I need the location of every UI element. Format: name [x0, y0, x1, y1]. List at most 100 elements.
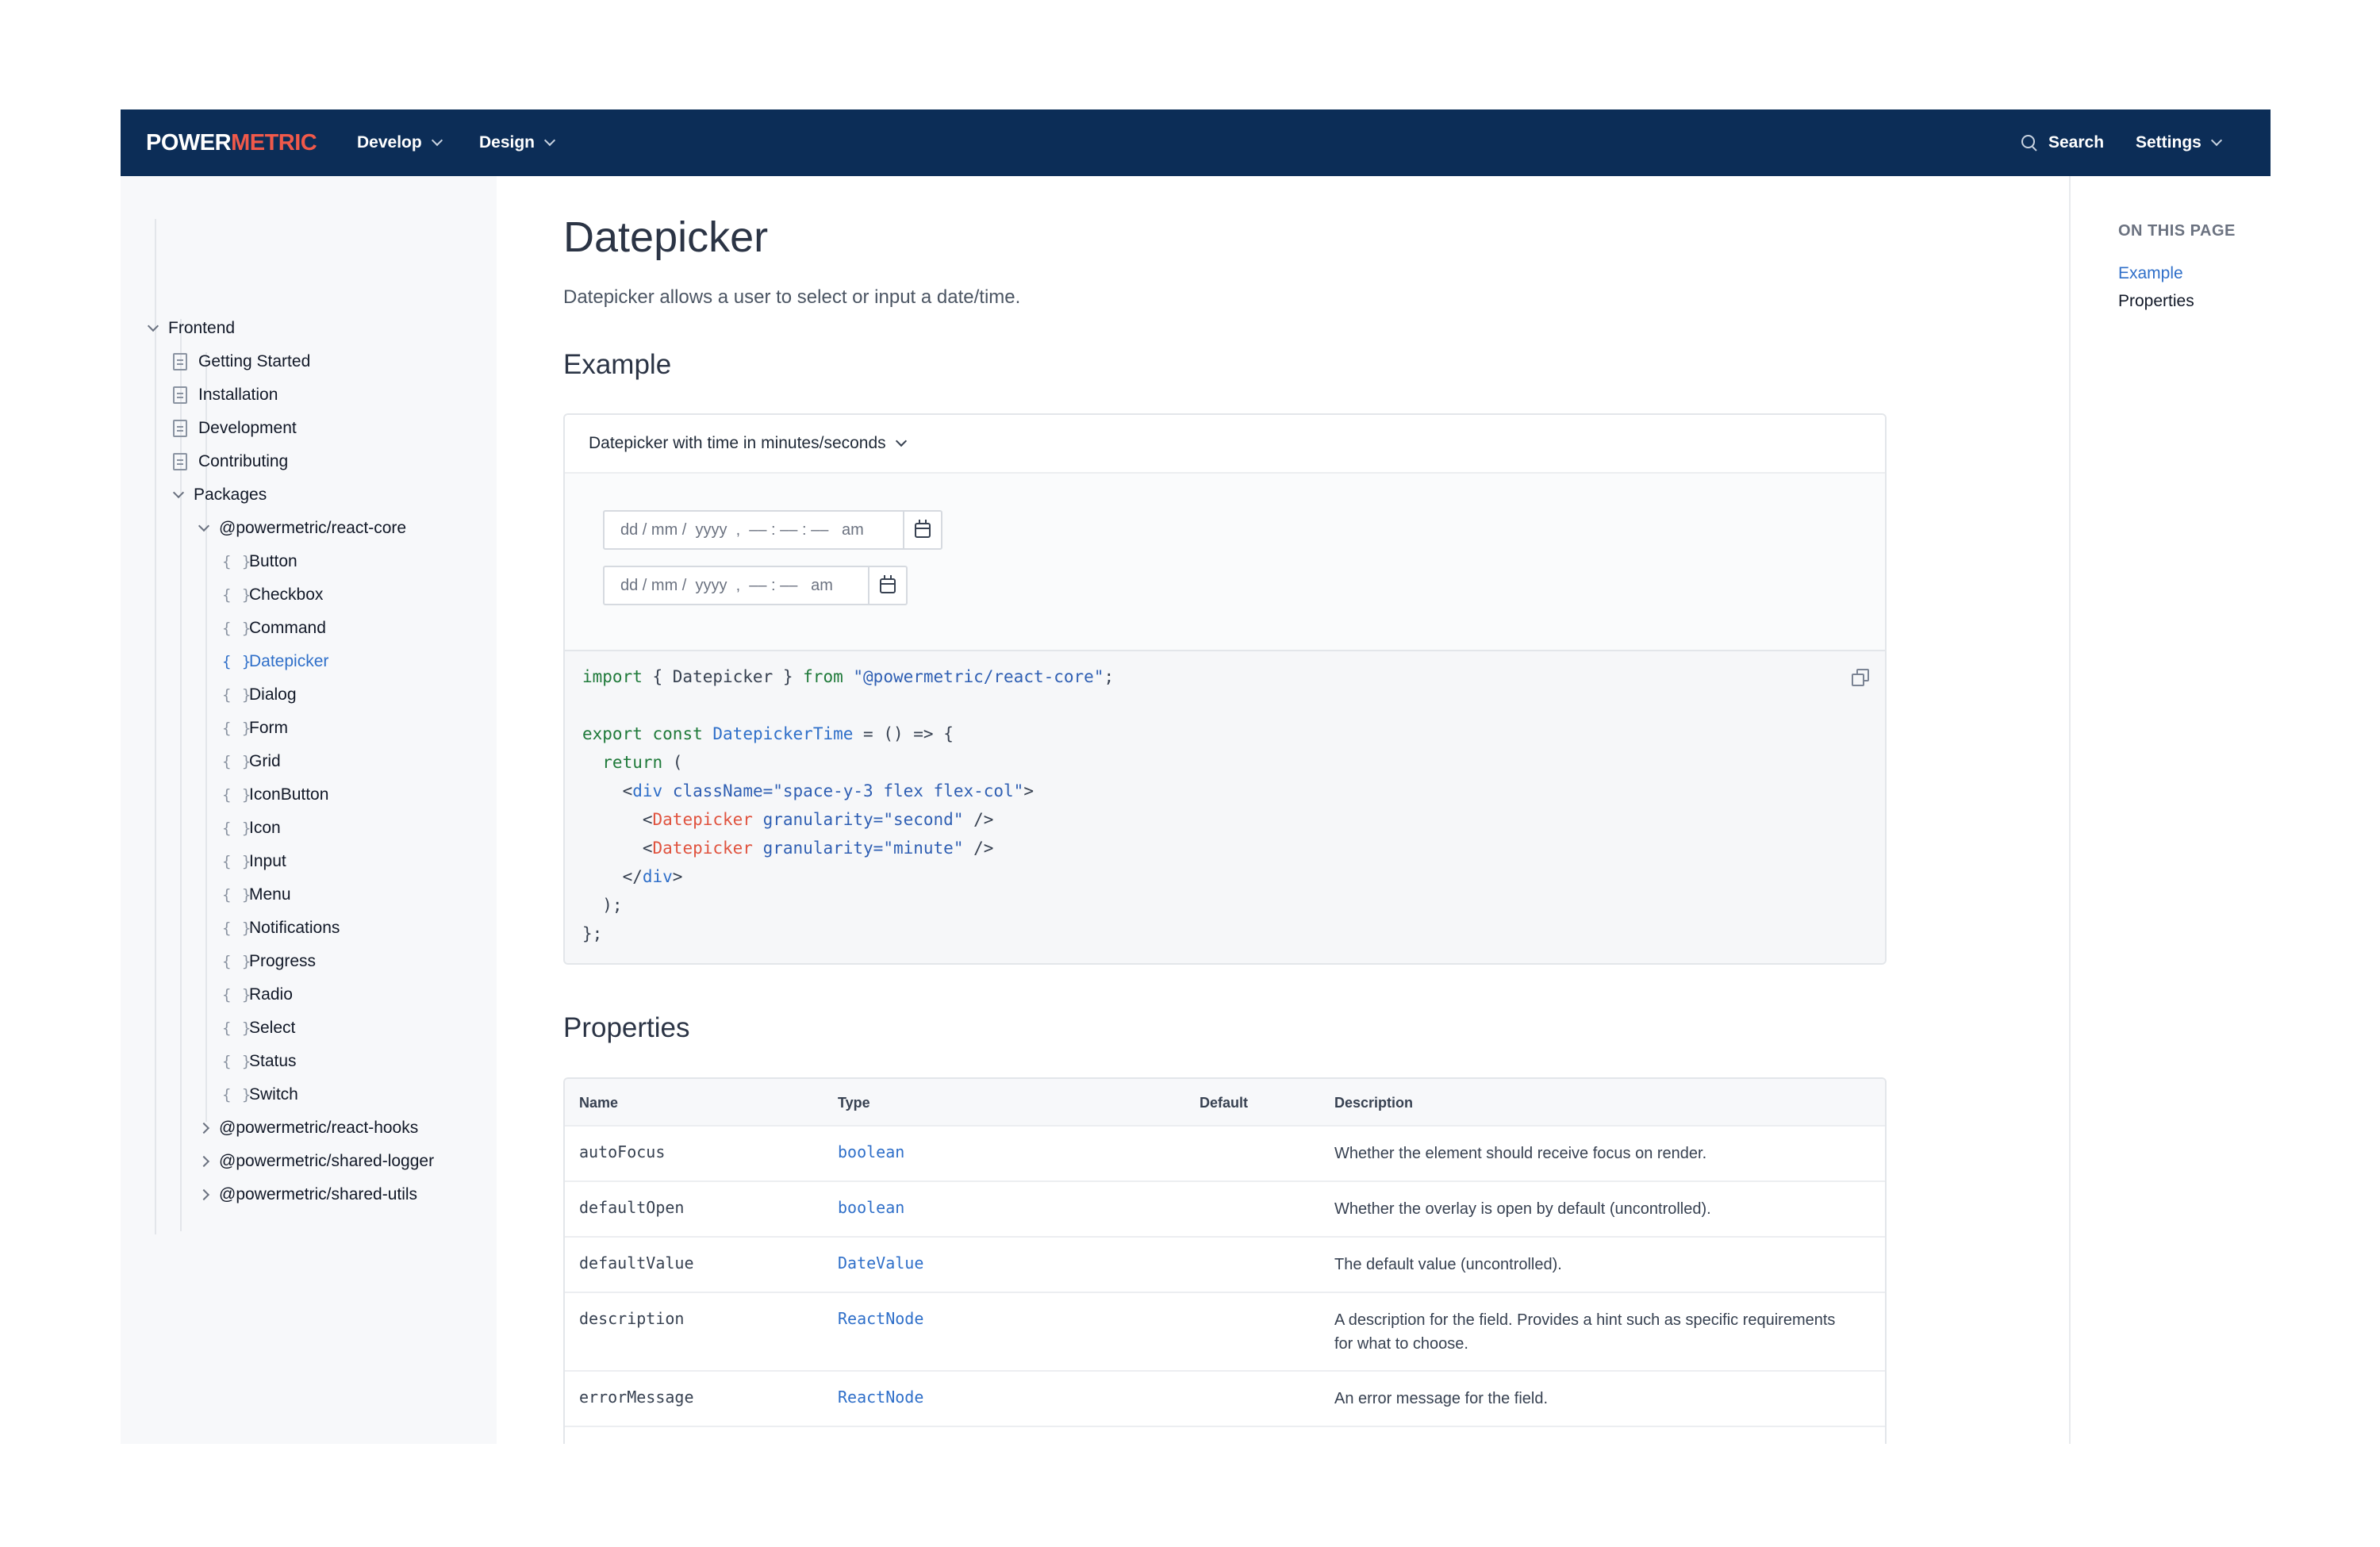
prop-type-link[interactable]: DateValue: [838, 1253, 923, 1273]
sidebar-item-grid[interactable]: { } Grid: [222, 750, 281, 774]
powermetric-logo[interactable]: POWERMETRIC: [146, 109, 317, 176]
document-icon: [173, 353, 187, 370]
sidebar-item-label: Dialog: [249, 685, 297, 704]
prop-type-link[interactable]: ReactNode: [838, 1388, 923, 1407]
braces-icon: { }: [222, 686, 252, 704]
code-line: import { Datepicker } from "@powermetric…: [582, 667, 1115, 686]
calendar-button[interactable]: [868, 567, 906, 604]
braces-icon: { }: [222, 753, 252, 770]
sidebar-item-menu[interactable]: { } Menu: [222, 883, 291, 907]
table-row-partial: [565, 1427, 1885, 1444]
sidebar-item-command[interactable]: { } Command: [222, 616, 326, 640]
sidebar-item-development[interactable]: Development: [173, 416, 297, 440]
sidebar-item-label: Notifications: [249, 919, 340, 937]
sidebar-item-dialog[interactable]: { } Dialog: [222, 683, 297, 707]
sidebar-item-checkbox[interactable]: { } Checkbox: [222, 583, 323, 607]
on-this-page-title: ON THIS PAGE: [2118, 222, 2236, 240]
sidebar-item-status[interactable]: { } Status: [222, 1050, 297, 1073]
sidebar-item-label: Packages: [194, 486, 267, 504]
prop-description: The default value (uncontrolled).: [1334, 1256, 1562, 1273]
sidebar-item-label: IconButton: [249, 785, 329, 804]
logo-text-power: POWER: [146, 130, 232, 155]
logo-text-metric: METRIC: [231, 130, 317, 155]
prop-name: defaultValue: [579, 1253, 694, 1273]
braces-icon: { }: [222, 786, 252, 804]
sidebar-item-switch[interactable]: { } Switch: [222, 1083, 298, 1107]
nav-design-label: Design: [479, 133, 536, 152]
sidebar-item-label: Grid: [249, 752, 281, 770]
app-frame: POWERMETRIC Develop Design Search Settin…: [121, 109, 2271, 1444]
sidebar-item-label: Form: [249, 719, 288, 737]
sidebar-item-select[interactable]: { } Select: [222, 1016, 295, 1040]
sidebar-item-iconbutton[interactable]: { } IconButton: [222, 783, 328, 807]
sidebar-item-progress[interactable]: { } Progress: [222, 950, 316, 973]
prop-type-link[interactable]: ReactNode: [838, 1309, 923, 1328]
datepicker-minutes[interactable]: dd / mm / yyyy , ‒‒ : ‒‒ am: [603, 566, 908, 605]
sidebar-item-getting-started[interactable]: Getting Started: [173, 350, 310, 374]
braces-icon: { }: [222, 620, 252, 637]
braces-icon: { }: [222, 653, 252, 670]
toc-link-properties[interactable]: Properties: [2118, 292, 2194, 311]
sidebar-item-label: Datepicker: [249, 652, 329, 670]
braces-icon: { }: [222, 953, 252, 970]
prop-name: errorMessage: [579, 1388, 694, 1407]
sidebar-item-label: Radio: [249, 985, 293, 1004]
nav-design-menu[interactable]: Design: [479, 109, 556, 176]
sidebar-item-label: Switch: [249, 1085, 298, 1104]
settings-menu[interactable]: Settings: [2136, 109, 2222, 176]
chevron-down-icon: [198, 520, 210, 532]
sidebar-item-shared-utils[interactable]: @powermetric/shared-utils: [198, 1183, 417, 1207]
sidebar-item-input[interactable]: { } Input: [222, 850, 286, 873]
sidebar-item-installation[interactable]: Installation: [173, 383, 278, 407]
sidebar-item-shared-logger[interactable]: @powermetric/shared-logger: [198, 1150, 434, 1173]
sidebar-item-label: Checkbox: [249, 585, 324, 604]
code-block: import { Datepicker } from "@powermetric…: [565, 650, 1885, 963]
sidebar-item-contributing[interactable]: Contributing: [173, 450, 288, 474]
settings-label: Settings: [2136, 133, 2202, 152]
sidebar-item-frontend[interactable]: Frontend: [147, 317, 236, 340]
search-icon: [2021, 135, 2037, 151]
sidebar-item-button[interactable]: { } Button: [222, 550, 298, 574]
calendar-button[interactable]: [903, 512, 941, 548]
braces-icon: { }: [222, 1019, 252, 1037]
sidebar-item-notifications[interactable]: { } Notifications: [222, 916, 340, 940]
sidebar-item-datepicker[interactable]: { } Datepicker: [222, 650, 328, 674]
chevron-right-icon: [198, 1155, 210, 1168]
datepicker-seconds[interactable]: dd / mm / yyyy , ‒‒ : ‒‒ : ‒‒ am: [603, 510, 942, 550]
document-icon: [173, 386, 187, 404]
prop-description: A description for the field. Provides a …: [1334, 1311, 1836, 1353]
column-header-default: Default: [1200, 1095, 1249, 1111]
table-row: defaultOpen boolean Whether the overlay …: [565, 1182, 1885, 1238]
column-header-name: Name: [579, 1095, 619, 1111]
table-row: errorMessage ReactNode An error message …: [565, 1372, 1885, 1427]
sidebar-item-label: Frontend: [168, 319, 236, 337]
prop-name: defaultOpen: [579, 1198, 685, 1217]
nav-develop-menu[interactable]: Develop: [357, 109, 443, 176]
datepicker-minutes-placeholder[interactable]: dd / mm / yyyy , ‒‒ : ‒‒ am: [605, 577, 868, 595]
braces-icon: { }: [222, 919, 252, 937]
table-row: autoFocus boolean Whether the element sh…: [565, 1127, 1885, 1182]
search-button[interactable]: Search: [2021, 109, 2104, 176]
sidebar-item-radio[interactable]: { } Radio: [222, 983, 293, 1007]
column-header-description: Description: [1334, 1095, 1414, 1111]
sidebar-item-packages[interactable]: Packages: [172, 483, 267, 507]
prop-type-link[interactable]: boolean: [838, 1198, 904, 1217]
sidebar-item-icon[interactable]: { } Icon: [222, 816, 281, 840]
sidebar-item-label: Select: [249, 1019, 296, 1037]
datepicker-seconds-placeholder[interactable]: dd / mm / yyyy , ‒‒ : ‒‒ : ‒‒ am: [605, 521, 903, 539]
code-line: <Datepicker granularity="second" />: [582, 810, 994, 829]
sidebar-item-react-hooks[interactable]: @powermetric/react-hooks: [198, 1116, 418, 1140]
prop-name: autoFocus: [579, 1142, 666, 1161]
toc-link-example[interactable]: Example: [2118, 264, 2183, 283]
sidebar-item-label: Development: [198, 419, 297, 437]
copy-icon[interactable]: [1852, 669, 1869, 686]
example-preview: dd / mm / yyyy , ‒‒ : ‒‒ : ‒‒ am dd / mm…: [565, 474, 1885, 650]
sidebar-item-label: Icon: [249, 819, 281, 837]
example-selector[interactable]: Datepicker with time in minutes/seconds: [565, 415, 1885, 474]
code-line: </div>: [582, 867, 683, 886]
calendar-icon: [880, 574, 896, 593]
sidebar-item-form[interactable]: { } Form: [222, 716, 288, 740]
prop-type-link[interactable]: boolean: [838, 1142, 904, 1161]
chevron-down-icon: [431, 134, 443, 147]
sidebar-item-react-core[interactable]: @powermetric/react-core: [198, 516, 406, 540]
